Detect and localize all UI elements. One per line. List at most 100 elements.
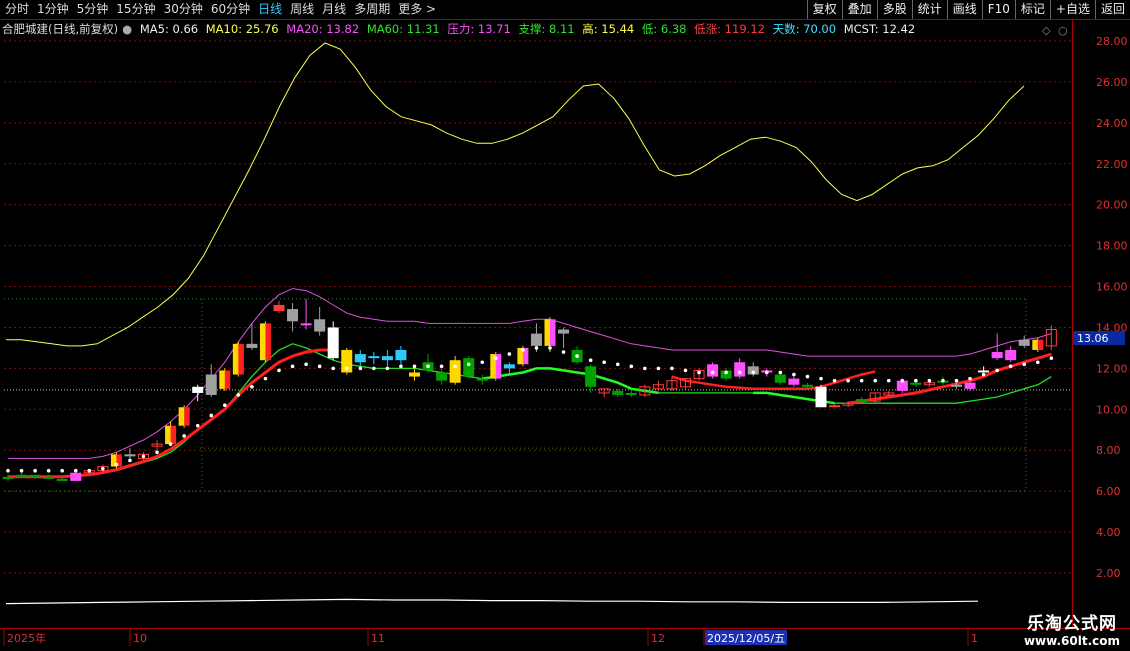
mcst-dot	[954, 378, 959, 383]
candle	[259, 321, 271, 363]
candle	[774, 372, 786, 385]
mcst-dot	[886, 378, 891, 383]
candle-body	[368, 356, 380, 359]
date-label-cursor: 2025/12/05/五	[707, 632, 785, 645]
mcst-dot	[561, 350, 566, 354]
red-trend-line	[8, 348, 334, 479]
candle-body-left	[232, 343, 239, 375]
candle-body	[327, 327, 339, 359]
date-label-jan: 1	[971, 632, 978, 645]
candle	[747, 362, 759, 377]
watermark-line1: 乐淘公式网	[1026, 614, 1117, 634]
diamond-icon: ◇	[1042, 24, 1051, 37]
watermark: 乐淘公式网 www.60lt.com	[1024, 609, 1120, 648]
mcst-dot	[805, 374, 810, 379]
mcst-dot	[114, 462, 119, 467]
candle-body	[991, 352, 1003, 359]
candle	[490, 352, 502, 381]
mcst-dot	[60, 468, 64, 473]
mcst-dot	[317, 364, 322, 369]
candle-body-left	[1032, 339, 1038, 350]
ma20-series-line	[8, 288, 1052, 459]
candle-body	[530, 333, 542, 346]
date-label-dec: 12	[651, 632, 665, 645]
candle	[70, 472, 82, 481]
mcst-dot	[19, 468, 24, 473]
candle	[463, 356, 475, 379]
green-trend-line	[482, 367, 659, 395]
mcst-dot	[1049, 356, 1054, 360]
mcst-dot	[521, 348, 525, 352]
date-label-year: 2025年	[7, 631, 46, 645]
candle-body	[774, 374, 786, 383]
candle-body-right	[224, 370, 231, 389]
mcst-dot	[710, 370, 715, 375]
candle-body	[29, 474, 41, 477]
candle-body	[612, 390, 624, 395]
mcst-dot	[724, 370, 728, 375]
mcst-dot	[819, 376, 823, 381]
candle-body	[788, 378, 800, 385]
mcst-dot	[73, 468, 78, 473]
mcst-dot	[304, 362, 308, 367]
candle-body	[449, 360, 461, 383]
candle	[652, 380, 664, 391]
mcst-dot	[344, 366, 349, 371]
mcst-dot	[46, 468, 51, 473]
candle	[395, 345, 407, 365]
mcst-dot	[900, 378, 905, 383]
mcst-dot	[534, 346, 539, 350]
candle	[354, 349, 366, 367]
candle-body	[463, 358, 475, 377]
mcst-dot	[385, 366, 390, 371]
candle	[815, 384, 827, 408]
candle	[788, 376, 800, 387]
candle	[693, 368, 705, 381]
candlestick-chart[interactable]: 2.004.006.008.0010.0012.0014.0016.0018.0…	[0, 0, 1130, 650]
candle-body	[354, 354, 366, 363]
candle	[409, 368, 420, 381]
candle-body	[503, 364, 515, 369]
candle	[368, 352, 380, 365]
candle-body	[43, 476, 55, 479]
mcst-dot	[1022, 362, 1027, 367]
mcst-dot	[6, 468, 10, 473]
mcst-dot	[101, 466, 105, 471]
mcst-dot	[697, 370, 701, 375]
candle-body-left	[219, 370, 225, 389]
candle	[205, 364, 217, 398]
mcst-dot	[236, 393, 241, 397]
y-tick-label: 8.00	[1096, 444, 1121, 457]
mcst-dot	[629, 364, 634, 369]
candle-body	[558, 329, 570, 334]
candle	[1045, 325, 1057, 350]
mcst-dot	[33, 468, 37, 473]
candle-body	[856, 399, 868, 402]
mcst-dot	[277, 368, 281, 373]
mcst-dot	[453, 364, 457, 369]
candle	[1018, 335, 1030, 348]
candle-body	[395, 349, 407, 361]
mcst-dot	[927, 378, 932, 383]
candle-body	[287, 309, 299, 322]
mcst-dot	[765, 370, 769, 375]
watermark-line2: www.60lt.com	[1023, 634, 1120, 648]
candle-body	[707, 364, 719, 377]
mcst-dot	[981, 372, 986, 377]
candle-body	[56, 478, 68, 481]
candle-body-right	[1037, 339, 1044, 350]
candle-body	[300, 323, 312, 326]
y-tick-label: 28.00	[1096, 35, 1128, 48]
mcst-dot	[290, 364, 295, 369]
candle	[232, 341, 244, 377]
candle	[978, 366, 990, 373]
mcst-dot	[412, 364, 417, 369]
candle	[381, 349, 393, 367]
mcst-dot	[426, 364, 430, 369]
candle-body	[70, 472, 82, 481]
mcst-dot	[1036, 360, 1040, 365]
y-tick-label: 4.00	[1096, 526, 1121, 539]
candle	[341, 347, 353, 375]
mcst-dot	[832, 378, 837, 383]
mcst-dot	[914, 378, 918, 383]
